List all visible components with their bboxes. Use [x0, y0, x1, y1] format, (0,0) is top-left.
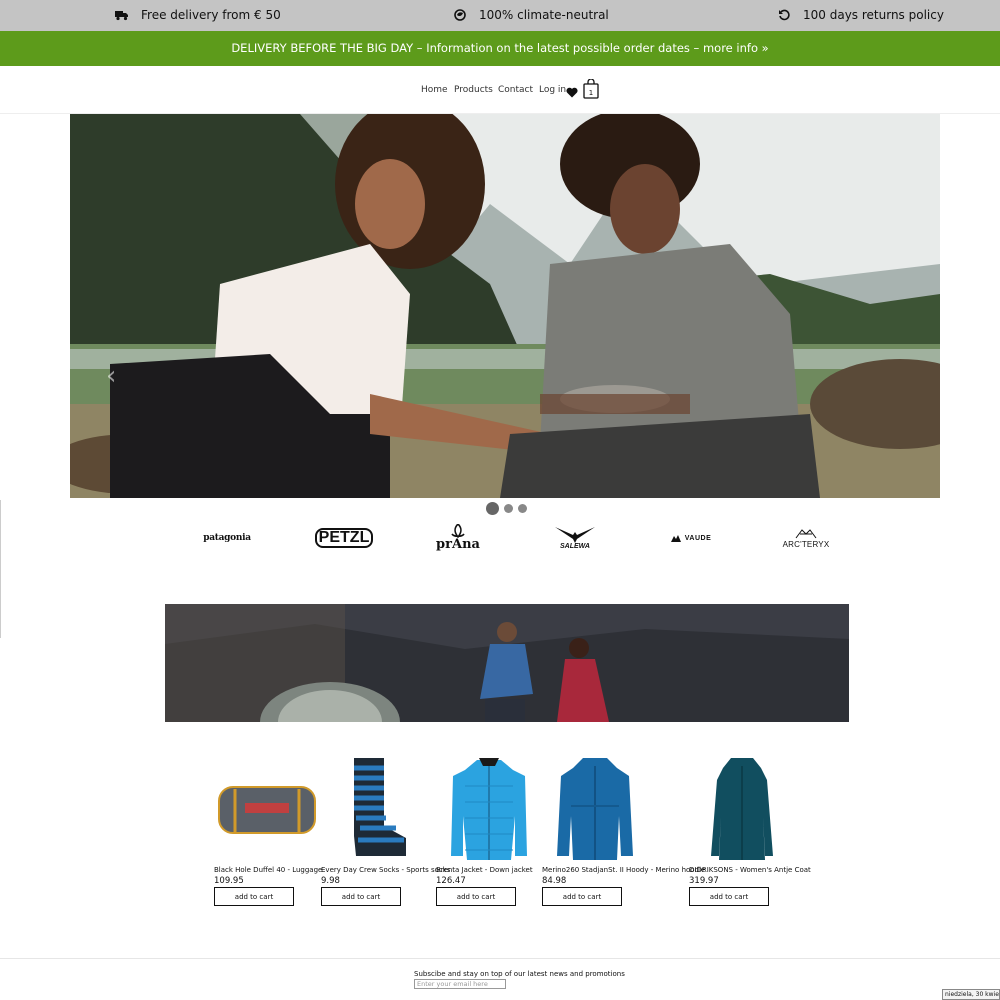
brand-logo-vaude[interactable]: VAUDE: [664, 518, 718, 558]
return-arrow-icon: [777, 8, 791, 22]
brand-logo-prana[interactable]: prAna: [430, 518, 486, 558]
product-card: Brenta Jacket - Down jacket 126.47 add t…: [436, 755, 541, 906]
product-image[interactable]: [542, 755, 647, 863]
product-card: DIDRIKSONS - Women's Antje Coat 319.97 a…: [689, 755, 811, 906]
slider-dot-3[interactable]: [518, 504, 527, 513]
product-name[interactable]: Brenta Jacket - Down jacket: [436, 866, 541, 875]
product-card: Merino260 StadjanSt. II Hoody - Merino h…: [542, 755, 705, 906]
usp-bar: Free delivery from € 50 100% climate-neu…: [0, 0, 1000, 31]
slider-dot-2[interactable]: [504, 504, 513, 513]
product-name[interactable]: DIDRIKSONS - Women's Antje Coat: [689, 866, 811, 875]
prana-flame-icon: [451, 524, 465, 538]
brand-logo-petzl[interactable]: PETZL: [314, 518, 374, 558]
leaf-globe-icon: [453, 8, 467, 22]
cart-bag-icon[interactable]: 1: [583, 78, 599, 99]
usp-climate-neutral: 100% climate-neutral: [453, 8, 609, 22]
brand-logo-patagonia[interactable]: patagonia: [196, 518, 258, 558]
product-card: Black Hole Duffel 40 - Luggage 109.95 ad…: [214, 755, 322, 906]
cart-count: 1: [589, 89, 593, 97]
usp-returns: 100 days returns policy: [777, 8, 944, 22]
vaude-mountain-icon: [670, 534, 681, 542]
promo-text[interactable]: DELIVERY BEFORE THE BIG DAY – Informatio…: [231, 41, 768, 55]
nav-home[interactable]: Home: [421, 85, 448, 95]
product-image[interactable]: [689, 755, 794, 863]
product-grid: Black Hole Duffel 40 - Luggage 109.95 ad…: [0, 755, 1000, 915]
add-to-cart-button[interactable]: add to cart: [689, 887, 769, 906]
product-name[interactable]: Every Day Crew Socks - Sports socks: [321, 866, 450, 875]
product-image[interactable]: [214, 755, 319, 863]
truck-icon: [115, 8, 129, 22]
usp-label: 100% climate-neutral: [479, 8, 609, 22]
newsletter-text: Subscibe and stay on top of our latest n…: [414, 970, 625, 978]
product-image[interactable]: [321, 755, 426, 863]
nav-contact[interactable]: Contact: [498, 85, 533, 95]
add-to-cart-button[interactable]: add to cart: [436, 887, 516, 906]
newsletter-email-input[interactable]: [414, 979, 506, 989]
promo-banner[interactable]: DELIVERY BEFORE THE BIG DAY – Informatio…: [0, 31, 1000, 66]
product-image[interactable]: [436, 755, 541, 863]
add-to-cart-button[interactable]: add to cart: [542, 887, 622, 906]
newsletter-section: Subscibe and stay on top of our latest n…: [0, 958, 1000, 1000]
product-price: 84.98: [542, 876, 567, 886]
brand-logo-salewa[interactable]: SALEWA: [550, 518, 600, 558]
product-price: 126.47: [436, 876, 466, 886]
brand-logo-arcteryx[interactable]: ARC'TERYX: [778, 518, 834, 558]
slider-dot-1[interactable]: [486, 502, 499, 515]
arcteryx-fossil-icon: [795, 528, 817, 538]
brand-logos: patagonia PETZL prAna SALEWA VAUDE ARC'T…: [0, 518, 1000, 558]
product-name[interactable]: Merino260 StadjanSt. II Hoody - Merino h…: [542, 866, 705, 875]
hero-slider-image[interactable]: ‹: [70, 114, 940, 498]
usp-label: Free delivery from € 50: [141, 8, 281, 22]
main-nav: Home Products Contact Log in 1: [0, 66, 1000, 114]
product-name[interactable]: Black Hole Duffel 40 - Luggage: [214, 866, 322, 875]
page-edge-line: [0, 500, 1, 638]
wishlist-heart-icon[interactable]: [566, 83, 578, 98]
salewa-eagle-icon: [555, 526, 595, 543]
product-price: 9.98: [321, 876, 340, 886]
usp-free-delivery: Free delivery from € 50: [115, 8, 281, 22]
nav-login[interactable]: Log in: [539, 85, 566, 95]
taskbar-date: niedziela, 30 kwietnia: [942, 989, 1000, 1000]
product-price: 319.97: [689, 876, 719, 886]
slider-dots: [486, 502, 532, 515]
slider-prev-arrow-icon[interactable]: ‹: [106, 361, 122, 391]
product-price: 109.95: [214, 876, 244, 886]
add-to-cart-button[interactable]: add to cart: [321, 887, 401, 906]
product-card: Every Day Crew Socks - Sports socks 9.98…: [321, 755, 450, 906]
add-to-cart-button[interactable]: add to cart: [214, 887, 294, 906]
usp-label: 100 days returns policy: [803, 8, 944, 22]
promo-image-banner[interactable]: [165, 604, 849, 722]
nav-products[interactable]: Products: [454, 85, 493, 95]
